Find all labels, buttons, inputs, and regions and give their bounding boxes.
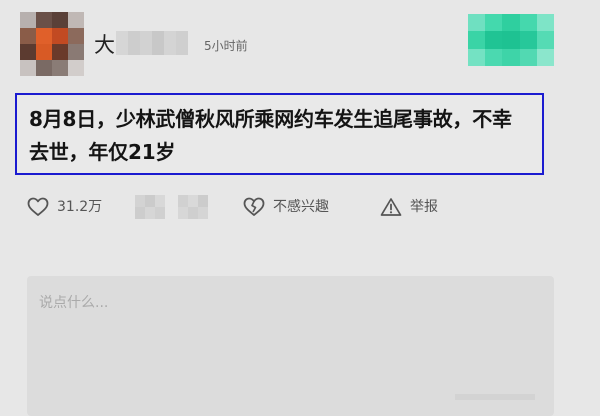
share-button-redacted[interactable] xyxy=(178,195,208,219)
broken-heart-icon xyxy=(243,197,265,216)
heart-outline-icon xyxy=(27,197,49,216)
submit-comment-button-redacted[interactable] xyxy=(455,394,535,400)
follow-button[interactable] xyxy=(468,14,554,66)
not-interested-label: 不感兴趣 xyxy=(273,199,329,215)
warning-triangle-icon xyxy=(380,198,402,216)
avatar[interactable] xyxy=(20,12,84,76)
post-timestamp: 5小时前 xyxy=(204,39,248,53)
not-interested-button[interactable]: 不感兴趣 xyxy=(243,196,329,218)
report-button[interactable]: 举报 xyxy=(380,196,438,218)
comment-button-redacted[interactable] xyxy=(135,195,165,219)
author-name-redacted xyxy=(116,31,188,55)
report-label: 举报 xyxy=(410,199,438,215)
like-count: 31.2万 xyxy=(57,199,103,215)
post-content-text: 8月8日，少林武僧秋风所乘网约车发生追尾事故，不幸去世，年仅21岁 xyxy=(29,107,512,164)
comment-placeholder: 说点什么... xyxy=(39,295,109,311)
highlighted-post-content: 8月8日，少林武僧秋风所乘网约车发生追尾事故，不幸去世，年仅21岁 xyxy=(15,93,544,175)
author-name[interactable]: 大 xyxy=(94,33,115,57)
like-button[interactable]: 31.2万 xyxy=(27,196,102,218)
post-card: 大 5小时前 8月8日，少林武僧秋风所乘网约车发生追尾事故，不幸去世，年仅21岁… xyxy=(0,0,600,416)
